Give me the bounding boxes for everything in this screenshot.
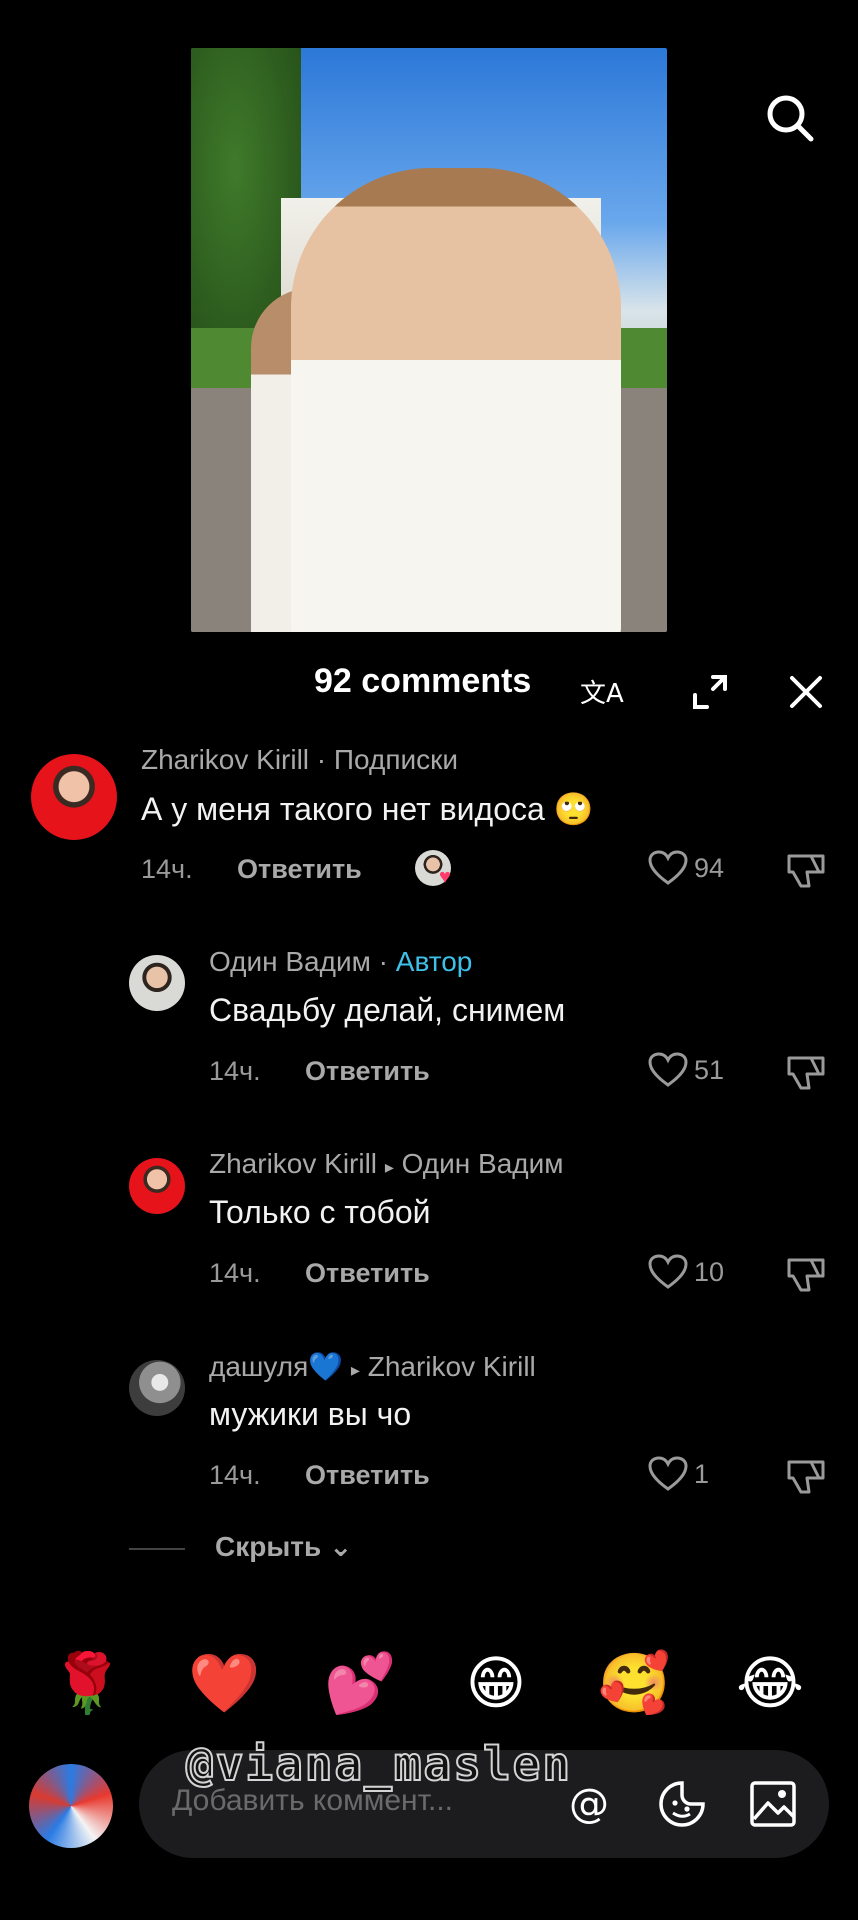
like-button[interactable]: 51 xyxy=(648,1052,724,1088)
mention-icon[interactable]: @ xyxy=(563,1777,617,1831)
like-count: 10 xyxy=(694,1256,725,1287)
svg-text:文A: 文A xyxy=(580,679,624,709)
reply-button[interactable]: Ответить xyxy=(305,1258,430,1289)
close-icon[interactable] xyxy=(782,668,830,716)
like-count: 94 xyxy=(694,852,725,883)
comment-time: 14ч. xyxy=(141,854,193,884)
reply-button[interactable]: Ответить xyxy=(237,854,362,885)
like-count: 51 xyxy=(694,1054,725,1085)
current-user-avatar xyxy=(29,1764,113,1848)
svg-text:@: @ xyxy=(569,1781,609,1827)
comment-time: 14ч. xyxy=(209,1460,261,1490)
avatar[interactable] xyxy=(129,955,185,1011)
emoji-sticker-icon[interactable] xyxy=(655,1777,709,1831)
like-button[interactable]: 10 xyxy=(648,1254,724,1290)
avatar[interactable] xyxy=(129,1360,185,1416)
heart-icon xyxy=(648,1254,688,1290)
comment-time: 14ч. xyxy=(209,1056,261,1086)
comment-author[interactable]: Zharikov Kirill ▸ Один Вадим xyxy=(209,1148,564,1180)
author-tag: Автор xyxy=(395,946,473,977)
emoji-rose[interactable]: 🌹 xyxy=(51,1648,123,1718)
dislike-icon[interactable] xyxy=(785,1052,827,1092)
hide-replies-button[interactable]: Скрыть ⌄ xyxy=(215,1530,352,1563)
dislike-icon[interactable] xyxy=(785,1254,827,1294)
comment-author[interactable]: Один Вадим · Автор xyxy=(209,946,472,978)
heart-icon xyxy=(648,1456,688,1492)
dislike-icon[interactable] xyxy=(785,1456,827,1496)
emoji-two-hearts[interactable]: 💕 xyxy=(324,1648,396,1718)
translate-icon[interactable]: 文A xyxy=(578,668,626,716)
dislike-icon[interactable] xyxy=(785,850,827,890)
image-icon[interactable] xyxy=(746,1777,800,1831)
like-button[interactable]: 1 xyxy=(648,1456,709,1492)
comments-count: 92 comments xyxy=(314,662,532,700)
like-count: 1 xyxy=(694,1458,710,1489)
divider xyxy=(129,1548,185,1550)
reply-button[interactable]: Ответить xyxy=(305,1056,430,1087)
heart-icon xyxy=(648,1052,688,1088)
heart-icon xyxy=(648,850,688,886)
emoji-heart[interactable]: ❤️ xyxy=(188,1648,260,1718)
comment-text: мужики вы чо xyxy=(209,1396,412,1432)
watermark: @viana_maslen xyxy=(185,1736,573,1792)
emoji-grin[interactable]: 😁 xyxy=(461,1648,531,1718)
heart-badge-icon: ♥ xyxy=(439,866,451,888)
comment-author[interactable]: дашуля💙 ▸ Zharikov Kirill xyxy=(209,1350,536,1383)
comment-time: 14ч. xyxy=(209,1258,261,1288)
like-button[interactable]: 94 xyxy=(648,850,724,886)
comment-author[interactable]: Zharikov Kirill · Подписки xyxy=(141,744,458,776)
video-preview[interactable] xyxy=(191,48,667,632)
emoji-smiling-hearts[interactable]: 🥰 xyxy=(598,1648,670,1718)
comment-text: Только с тобой xyxy=(209,1194,431,1230)
comment-text: Свадьбу делай, снимем xyxy=(209,992,566,1028)
avatar[interactable] xyxy=(129,1158,185,1214)
expand-icon[interactable] xyxy=(686,668,734,716)
emoji-joy[interactable]: 😂 xyxy=(735,1648,805,1718)
search-icon[interactable] xyxy=(762,90,818,146)
comment-text: А у меня такого нет видоса 🙄 xyxy=(141,791,594,827)
reply-button[interactable]: Ответить xyxy=(305,1460,430,1491)
avatar[interactable] xyxy=(31,754,117,840)
